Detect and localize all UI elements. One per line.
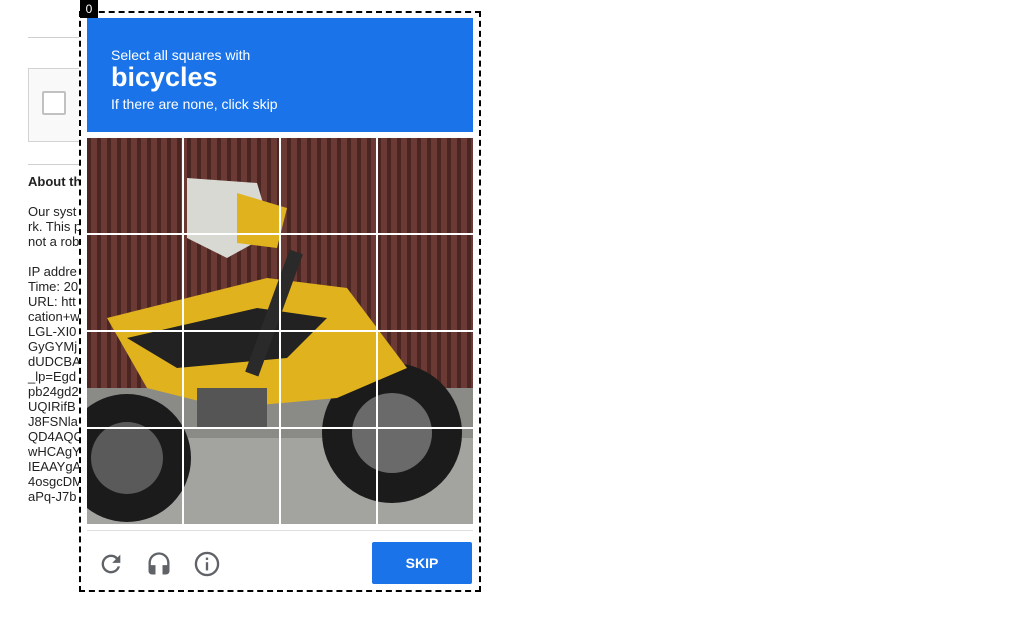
request-info-line: cation+w bbox=[28, 309, 80, 324]
image-tile[interactable] bbox=[378, 332, 473, 427]
image-grid bbox=[87, 138, 473, 524]
about-paragraph-line: not a rob bbox=[28, 234, 80, 249]
request-info-line: GyGYMj bbox=[28, 339, 78, 354]
image-tile[interactable] bbox=[87, 138, 182, 233]
info-button[interactable] bbox=[191, 548, 223, 580]
about-paragraph-line: rk. This p bbox=[28, 219, 82, 234]
request-info-line: 4osgcDM bbox=[28, 474, 83, 489]
request-info-line: _lp=Egd bbox=[28, 369, 77, 384]
challenge-target: bicycles bbox=[111, 62, 218, 92]
challenge-note: If there are none, click skip bbox=[111, 96, 278, 112]
request-info-line: dUDCBA bbox=[28, 354, 81, 369]
about-heading: About th bbox=[28, 174, 82, 189]
request-info-line: Time: 20 bbox=[28, 279, 79, 294]
tile-image bbox=[378, 332, 473, 427]
challenge-instruction: Select all squares with bbox=[111, 47, 251, 63]
footer-divider bbox=[87, 530, 473, 531]
info-icon bbox=[194, 551, 220, 577]
request-info-line: J8FSNla bbox=[28, 414, 78, 429]
image-tile[interactable] bbox=[184, 332, 279, 427]
tile-image bbox=[281, 332, 376, 427]
request-info-line: pb24gd2 bbox=[28, 384, 79, 399]
about-paragraph-line: Our syst bbox=[28, 204, 77, 219]
request-info-line: aPq-J7b bbox=[28, 489, 77, 504]
request-info-line: IEAAYgA bbox=[28, 459, 82, 474]
challenge-header: Select all squares with bicycles If ther… bbox=[87, 18, 473, 132]
tile-image bbox=[378, 429, 473, 524]
reload-icon bbox=[101, 554, 121, 574]
captcha-challenge-dialog: Select all squares with bicycles If ther… bbox=[79, 11, 481, 592]
tile-image bbox=[87, 429, 182, 524]
image-tile[interactable] bbox=[378, 235, 473, 330]
tile-image bbox=[281, 429, 376, 524]
image-tile[interactable] bbox=[281, 138, 376, 233]
reload-button[interactable] bbox=[95, 548, 127, 580]
tile-image bbox=[378, 235, 473, 330]
image-tile[interactable] bbox=[184, 235, 279, 330]
image-tile[interactable] bbox=[281, 235, 376, 330]
image-tile[interactable] bbox=[87, 235, 182, 330]
request-info-line: URL: htt bbox=[28, 294, 76, 309]
request-info-line: QD4AQC bbox=[28, 429, 83, 444]
headphones-icon bbox=[148, 552, 170, 575]
tile-image bbox=[184, 332, 279, 427]
tile-image bbox=[184, 235, 279, 330]
element-index-badge: 0 bbox=[80, 0, 98, 18]
image-tile[interactable] bbox=[87, 429, 182, 524]
tile-image bbox=[378, 138, 473, 233]
request-info-line: UQIRifB bbox=[28, 399, 76, 414]
audio-challenge-button[interactable] bbox=[143, 548, 175, 580]
request-info-line: LGL-XI0 bbox=[28, 324, 77, 339]
request-info-line: wHCAgY bbox=[28, 444, 81, 459]
image-tile[interactable] bbox=[378, 429, 473, 524]
tile-image bbox=[87, 235, 182, 330]
image-tile[interactable] bbox=[281, 332, 376, 427]
skip-button[interactable]: SKIP bbox=[372, 542, 472, 584]
image-tile[interactable] bbox=[281, 429, 376, 524]
image-tile[interactable] bbox=[87, 332, 182, 427]
tile-image bbox=[87, 138, 182, 233]
tile-image bbox=[281, 235, 376, 330]
image-tile[interactable] bbox=[184, 429, 279, 524]
tile-image bbox=[184, 429, 279, 524]
request-info-line: IP addre bbox=[28, 264, 77, 279]
tile-image bbox=[87, 332, 182, 427]
tile-image bbox=[281, 138, 376, 233]
image-tile[interactable] bbox=[184, 138, 279, 233]
image-tile[interactable] bbox=[378, 138, 473, 233]
tile-image bbox=[184, 138, 279, 233]
recaptcha-checkbox[interactable] bbox=[42, 91, 66, 115]
